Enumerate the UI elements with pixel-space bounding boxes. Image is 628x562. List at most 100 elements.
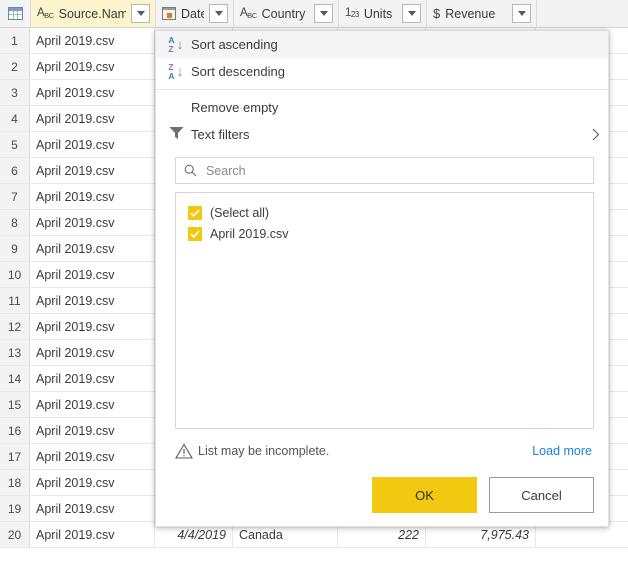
column-header-date[interactable]: Date: [156, 0, 234, 27]
grid-header-row: ABC Source.Name Date ABC Country 123 Units $ Rev…: [0, 0, 628, 28]
row-number: 2: [0, 54, 30, 79]
cell-source[interactable]: April 2019.csv: [30, 340, 155, 365]
menu-item-sort-ascending[interactable]: A Z ↓ Sort ascending: [156, 31, 608, 58]
column-filter-button-units[interactable]: [402, 4, 421, 23]
table-icon: [7, 7, 23, 20]
column-header-source-name[interactable]: ABC Source.Name: [31, 0, 156, 27]
cell-source[interactable]: April 2019.csv: [30, 418, 155, 443]
row-number: 4: [0, 106, 30, 131]
checkbox-checked-icon[interactable]: [188, 226, 202, 241]
filter-value-item[interactable]: April 2019.csv: [176, 223, 593, 244]
cell-source[interactable]: April 2019.csv: [30, 522, 155, 547]
row-number: 10: [0, 262, 30, 287]
abc-text-icon: ABC: [37, 6, 54, 20]
select-all-columns-button[interactable]: [0, 0, 31, 27]
cell-source[interactable]: April 2019.csv: [30, 288, 155, 313]
ok-button[interactable]: OK: [372, 477, 477, 513]
menu-item-remove-empty[interactable]: Remove empty: [156, 94, 608, 121]
search-section: [156, 148, 608, 184]
cell-source[interactable]: April 2019.csv: [30, 54, 155, 79]
cell-source[interactable]: April 2019.csv: [30, 444, 155, 469]
chevron-down-icon: [319, 11, 328, 16]
row-number: 3: [0, 80, 30, 105]
menu-item-text-filters[interactable]: Text filters: [156, 121, 608, 148]
column-header-label: Units: [363, 6, 393, 21]
column-filter-button-revenue[interactable]: [512, 4, 531, 23]
menu-separator: [156, 89, 608, 90]
row-number: 20: [0, 522, 30, 547]
cell-source[interactable]: April 2019.csv: [30, 496, 155, 521]
cell-source[interactable]: April 2019.csv: [30, 80, 155, 105]
cell-source[interactable]: April 2019.csv: [30, 262, 155, 287]
filter-value-item[interactable]: (Select all): [176, 202, 593, 223]
chevron-right-icon: [584, 128, 608, 141]
column-header-units[interactable]: 1 2 3 Units: [339, 0, 427, 27]
row-number: 17: [0, 444, 30, 469]
row-number: 5: [0, 132, 30, 157]
cancel-button[interactable]: Cancel: [489, 477, 594, 513]
menu-item-label: Text filters: [191, 127, 250, 142]
row-number: 7: [0, 184, 30, 209]
chevron-down-icon: [517, 11, 526, 16]
sort-descending-icon: Z A ↓: [168, 62, 184, 81]
column-filter-dropdown-panel: A Z ↓ Sort ascending Z A ↓ Sort descending Remov…: [155, 30, 609, 527]
cell-source[interactable]: April 2019.csv: [30, 106, 155, 131]
menu-item-label: Sort descending: [191, 64, 285, 79]
row-number: 18: [0, 470, 30, 495]
funnel-icon: [169, 126, 184, 143]
column-header-label: Date: [181, 6, 204, 21]
load-more-link[interactable]: Load more: [532, 444, 594, 458]
cell-source[interactable]: April 2019.csv: [30, 366, 155, 391]
row-number: 1: [0, 28, 30, 53]
row-number: 15: [0, 392, 30, 417]
currency-icon: $: [433, 6, 441, 21]
row-number: 14: [0, 366, 30, 391]
column-header-label: Country: [261, 6, 306, 21]
row-number: 9: [0, 236, 30, 261]
dialog-button-row: OK Cancel: [175, 477, 594, 513]
row-number: 11: [0, 288, 30, 313]
chevron-down-icon: [136, 11, 145, 16]
123-number-icon: 123: [345, 6, 359, 20]
row-number: 19: [0, 496, 30, 521]
menu-item-label: Sort ascending: [191, 37, 278, 52]
filter-values-list[interactable]: (Select all) April 2019.csv: [175, 192, 594, 429]
sort-ascending-icon: A Z ↓: [168, 35, 184, 54]
cell-source[interactable]: April 2019.csv: [30, 470, 155, 495]
row-number: 12: [0, 314, 30, 339]
chevron-down-icon: [407, 11, 416, 16]
row-number: 6: [0, 158, 30, 183]
cell-source[interactable]: April 2019.csv: [30, 236, 155, 261]
search-box[interactable]: [175, 157, 594, 184]
row-number: 8: [0, 210, 30, 235]
menu-item-sort-descending[interactable]: Z A ↓ Sort descending: [156, 58, 608, 85]
column-header-country[interactable]: A B C Country: [234, 0, 339, 27]
cell-source[interactable]: April 2019.csv: [30, 184, 155, 209]
column-header-revenue[interactable]: $ Revenue: [427, 0, 537, 27]
column-filter-button-source-name[interactable]: [131, 4, 150, 23]
search-input[interactable]: [202, 163, 593, 178]
cell-source[interactable]: April 2019.csv: [30, 28, 155, 53]
filter-value-label: April 2019.csv: [210, 226, 289, 241]
incomplete-text: List may be incomplete.: [198, 444, 330, 458]
column-filter-button-country[interactable]: [314, 4, 333, 23]
column-filter-button-date[interactable]: [209, 4, 228, 23]
row-number: 16: [0, 418, 30, 443]
cell-source[interactable]: April 2019.csv: [30, 210, 155, 235]
cell-source[interactable]: April 2019.csv: [30, 314, 155, 339]
column-header-label: Source.Name: [58, 6, 126, 21]
cell-source[interactable]: April 2019.csv: [30, 132, 155, 157]
chevron-down-icon: [214, 11, 223, 16]
abc-text-icon: ABC: [240, 6, 257, 20]
filter-menu-list: A Z ↓ Sort ascending Z A ↓ Sort descending Remov…: [156, 31, 608, 148]
filter-value-label: (Select all): [210, 205, 270, 220]
search-icon: [184, 164, 202, 177]
column-header-label: Revenue: [445, 6, 496, 21]
calendar-date-icon: [162, 7, 176, 20]
cell-source[interactable]: April 2019.csv: [30, 392, 155, 417]
cell-source[interactable]: April 2019.csv: [30, 158, 155, 183]
warning-icon: [175, 443, 195, 459]
list-incomplete-notice: List may be incomplete. Load more: [175, 440, 594, 462]
checkbox-checked-icon[interactable]: [188, 205, 202, 220]
row-number: 13: [0, 340, 30, 365]
